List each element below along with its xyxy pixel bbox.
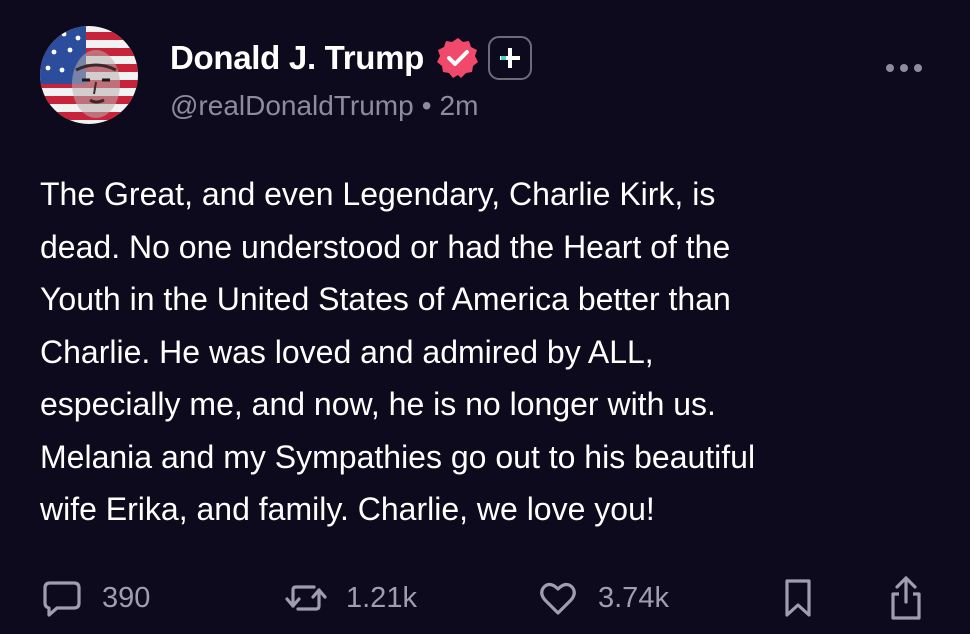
post-card: Donald J. Trump @realDonaldTrump • 2m The …: [0, 0, 970, 634]
ellipsis-icon: [914, 64, 922, 72]
more-options-button[interactable]: [886, 64, 922, 72]
like-button[interactable]: 3.74k: [536, 570, 669, 626]
author-handle[interactable]: @realDonaldTrump: [170, 90, 414, 121]
ellipsis-icon: [900, 64, 908, 72]
like-count: 3.74k: [598, 581, 669, 614]
flag-portrait-avatar-icon: [40, 26, 138, 124]
meta-separator: •: [421, 90, 432, 121]
post-timestamp[interactable]: 2m: [440, 90, 479, 121]
ellipsis-icon: [886, 64, 894, 72]
verified-badge-icon: [437, 38, 479, 78]
post-body-text: The Great, and even Legendary, Charlie K…: [40, 176, 756, 527]
repost-count: 1.21k: [346, 581, 417, 614]
author-name-row: Donald J. Trump: [170, 36, 533, 80]
comment-icon: [43, 581, 81, 617]
bookmark-button[interactable]: [780, 570, 816, 626]
reply-button[interactable]: 390: [40, 570, 150, 626]
author-avatar[interactable]: [40, 26, 138, 124]
bookmark-icon: [785, 579, 811, 617]
share-button[interactable]: [886, 570, 926, 626]
plus-icon: [500, 48, 521, 68]
author-meta: @realDonaldTrump • 2m: [170, 88, 478, 124]
subscribe-button[interactable]: [488, 36, 533, 80]
repost-icon: [285, 585, 327, 611]
reply-count: 390: [102, 581, 151, 614]
repost-button[interactable]: 1.21k: [284, 570, 417, 626]
share-icon: [891, 576, 921, 620]
heart-icon: [540, 582, 576, 615]
action-bar: 390 1.21k 3.74k: [0, 570, 970, 626]
author-display-name[interactable]: Donald J. Trump: [170, 38, 424, 78]
